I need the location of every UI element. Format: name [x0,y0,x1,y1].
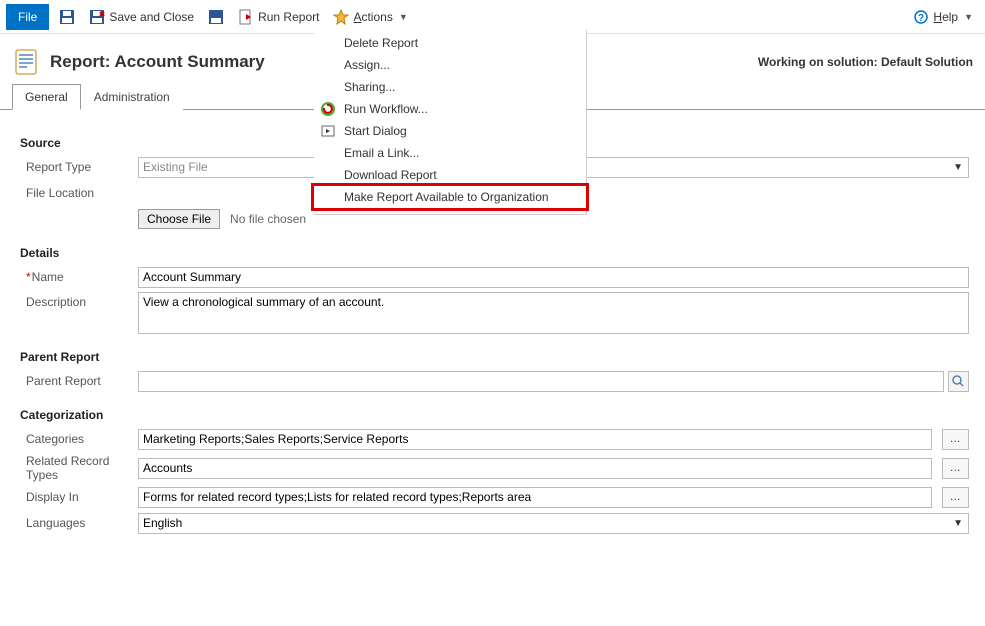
help-icon: ? [913,9,929,25]
actions-label: Actions [353,10,392,24]
menu-run-workflow[interactable]: Run Workflow... [314,98,586,120]
file-menu[interactable]: File [6,4,49,30]
menu-email-link[interactable]: Email a Link... [314,142,586,164]
menu-assign[interactable]: Assign... [314,54,586,76]
categories-browse-button[interactable]: … [942,429,969,450]
parent-report-lookup[interactable] [138,371,944,392]
lookup-icon [951,374,965,388]
help-button[interactable]: ? Help ▼ [907,6,979,28]
toolbar: File Save and Close Run Report Actions ▼… [0,0,985,34]
save-close-icon [89,9,105,25]
report-entity-icon [12,48,40,76]
choose-file-button[interactable]: Choose File [138,209,220,229]
parent-report-lookup-button[interactable] [948,371,969,392]
save-as-icon [208,9,224,25]
chevron-down-icon: ▼ [964,12,973,22]
page-title: Report: Account Summary [50,52,265,72]
related-record-types-browse-button[interactable]: … [942,458,969,479]
no-file-chosen-text: No file chosen [230,212,306,226]
run-report-icon [238,9,254,25]
languages-select[interactable] [138,513,969,534]
label-description: Description [20,292,138,309]
save-icon [59,9,75,25]
menu-start-dialog[interactable]: Start Dialog [314,120,586,142]
actions-dropdown: Delete Report Assign... Sharing... Run W… [314,30,587,215]
label-related-record-types: Related Record Types [20,454,138,482]
tab-administration[interactable]: Administration [81,84,183,110]
actions-star-icon [333,9,349,25]
svg-text:?: ? [918,13,924,24]
display-in-browse-button[interactable]: … [942,487,969,508]
label-languages: Languages [20,516,138,530]
save-close-label: Save and Close [109,10,194,24]
save-as-button[interactable] [204,6,228,28]
label-categories: Categories [20,432,138,446]
categories-input[interactable] [138,429,932,450]
description-input[interactable] [138,292,969,334]
dialog-play-icon [320,123,336,139]
display-in-input[interactable] [138,487,932,508]
label-name: *Name [20,270,138,284]
workflow-icon [320,101,336,117]
section-categorization: Categorization [20,408,969,422]
save-button[interactable] [55,6,79,28]
label-file-location: File Location [20,186,138,200]
section-details: Details [20,246,969,260]
run-report-button[interactable]: Run Report [234,6,323,28]
run-report-label: Run Report [258,10,319,24]
name-input[interactable] [138,267,969,288]
related-record-types-input[interactable] [138,458,932,479]
help-label: Help [933,10,958,24]
chevron-down-icon: ▼ [399,12,408,22]
solution-context: Working on solution: Default Solution [758,55,973,69]
menu-make-available-org[interactable]: Make Report Available to Organization [314,186,586,208]
menu-download-report[interactable]: Download Report [314,164,586,186]
actions-menu-button[interactable]: Actions ▼ [329,6,411,28]
label-parent-report: Parent Report [20,374,138,388]
menu-sharing[interactable]: Sharing... [314,76,586,98]
label-report-type: Report Type [20,160,138,174]
save-and-close-button[interactable]: Save and Close [85,6,198,28]
tab-general[interactable]: General [12,84,81,110]
label-display-in: Display In [20,490,138,504]
section-parent-report: Parent Report [20,350,969,364]
menu-delete-report[interactable]: Delete Report [314,32,586,54]
